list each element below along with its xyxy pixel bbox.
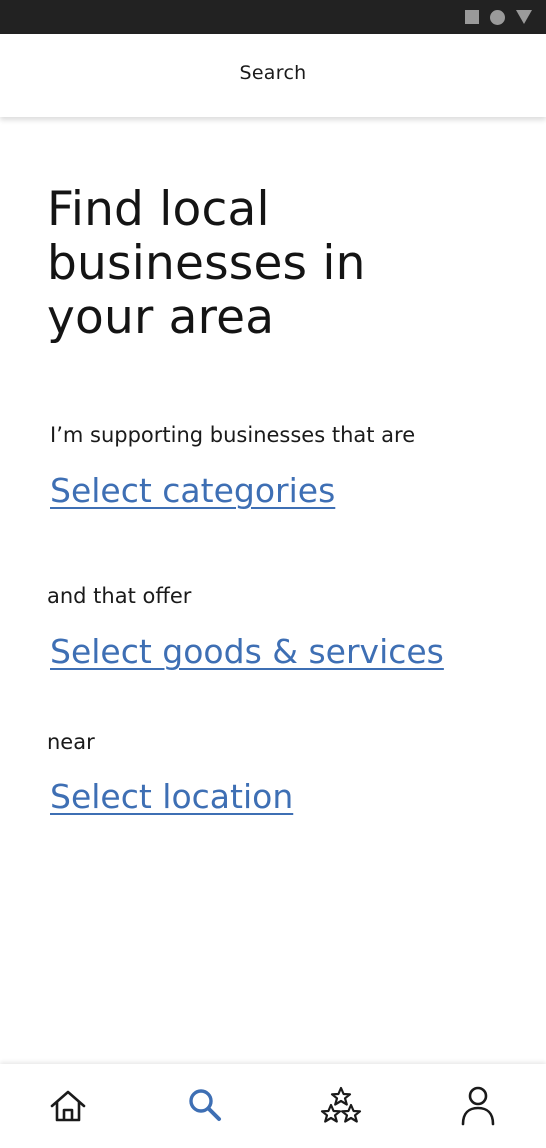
app-bar: Search (0, 34, 546, 117)
categories-prompt: I’m supporting businesses that are (50, 423, 416, 447)
nav-home[interactable] (33, 1076, 103, 1136)
nav-search[interactable] (170, 1076, 240, 1136)
home-button-icon (490, 9, 505, 25)
back-triangle-icon (516, 10, 532, 24)
home-icon (50, 1090, 86, 1122)
select-location-link[interactable]: Select location (50, 777, 293, 816)
select-categories-link[interactable]: Select categories (50, 471, 335, 510)
profile-icon (461, 1086, 495, 1126)
system-status-bar (0, 0, 546, 34)
nav-profile[interactable] (443, 1076, 513, 1136)
location-prompt: near (47, 730, 95, 754)
headline: Find local businesses in your area (47, 182, 366, 345)
page-title: Search (239, 62, 307, 84)
stars-icon (321, 1086, 362, 1123)
select-goods-services-link[interactable]: Select goods & services (50, 632, 444, 671)
nav-favorites[interactable] (306, 1076, 376, 1136)
search-content: Find local businesses in your area I’m s… (0, 117, 546, 1064)
search-icon (189, 1089, 221, 1121)
goods-prompt: and that offer (47, 584, 192, 608)
system-status-icons (465, 8, 532, 26)
bottom-navigation (0, 1064, 546, 1148)
recent-apps-icon (465, 10, 479, 24)
